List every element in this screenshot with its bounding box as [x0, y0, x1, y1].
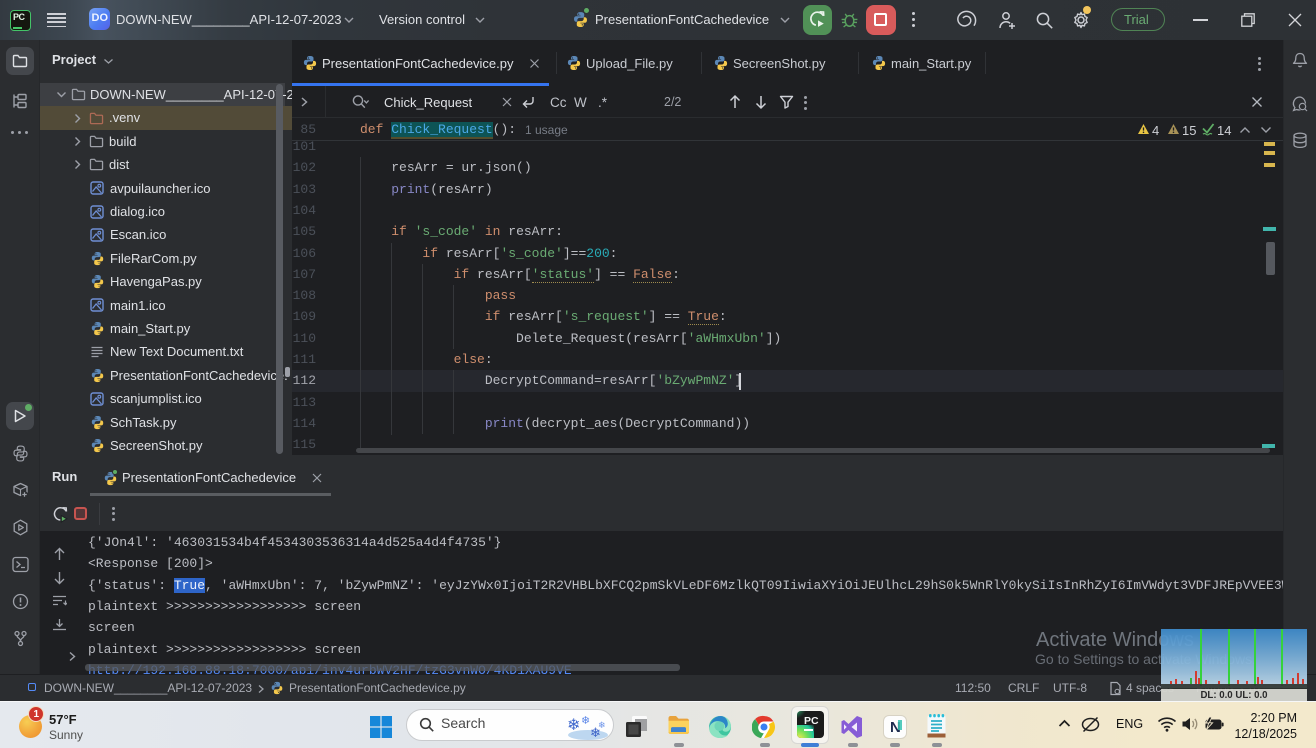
svg-text:❄: ❄: [567, 717, 580, 734]
svg-text:❄: ❄: [598, 720, 606, 730]
svg-text:❄: ❄: [581, 715, 590, 727]
